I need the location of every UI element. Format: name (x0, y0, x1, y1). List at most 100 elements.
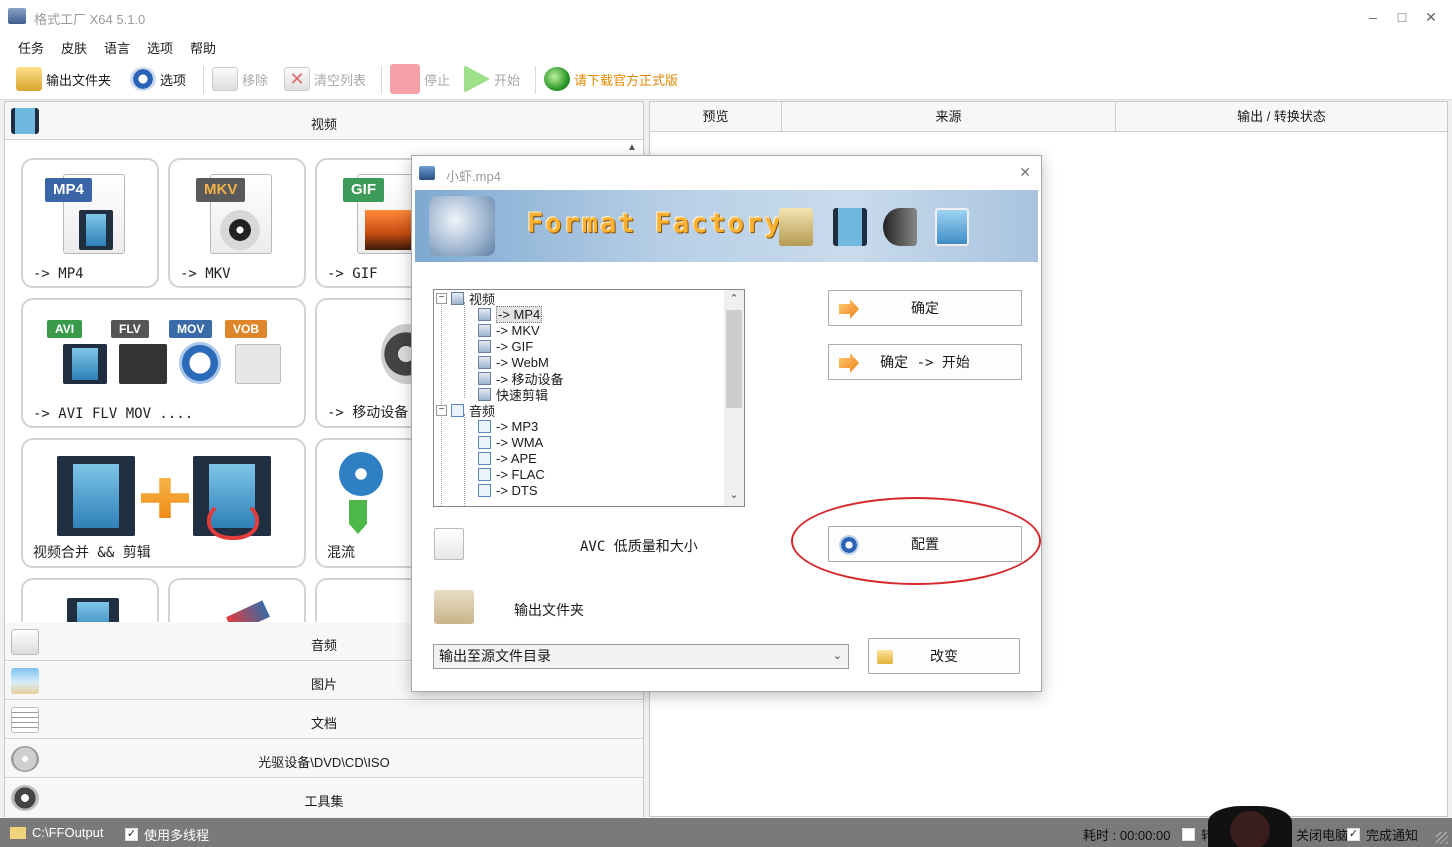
avatar (1208, 806, 1292, 847)
film-icon (833, 208, 867, 246)
start-button[interactable]: 开始 (464, 65, 521, 93)
mp4-profile-icon (434, 528, 464, 560)
download-official-link[interactable]: 请下载官方正式版 (544, 66, 678, 92)
picture-icon (935, 208, 969, 246)
tile-more[interactable] (21, 578, 159, 622)
chevron-down-icon[interactable]: ⌄ (724, 486, 744, 504)
tile-mobile-device-label: -> 移动设备 (327, 405, 409, 421)
disc-icon (220, 210, 260, 250)
ok-start-button[interactable]: 确定 -> 开始 (828, 344, 1022, 380)
tree-label: 快速剪辑 (496, 387, 549, 403)
collapse-icon[interactable]: − (436, 292, 447, 304)
stop-button[interactable]: 停止 (390, 64, 450, 94)
tree-label: -> WMA (496, 434, 544, 450)
menu-help[interactable]: 帮助 (190, 38, 216, 57)
tree-item[interactable]: -> FLAC (478, 466, 545, 482)
flv-badge-icon: FLV (111, 320, 149, 338)
tree-group-audio[interactable]: − 音频 (436, 402, 495, 419)
title-bar: 格式工厂 X64 5.1.0 – □ ✕ (0, 0, 1452, 34)
tree-item[interactable]: -> WMA (478, 434, 543, 450)
output-path[interactable]: C:\FFOutput (10, 825, 104, 840)
tree-item[interactable]: -> APE (478, 450, 537, 466)
document-icon (779, 208, 813, 246)
category-tools[interactable]: 工具集 (5, 779, 643, 817)
tree-item[interactable]: -> MKV (478, 322, 540, 338)
play-icon (464, 65, 490, 93)
video-icon (478, 355, 491, 369)
checkbox-checked-icon: ✓ (125, 828, 138, 841)
tree-label: -> APE (496, 450, 537, 466)
ok-start-label: 确定 -> 开始 (880, 355, 970, 371)
scrollbar-thumb[interactable] (726, 310, 742, 408)
tile-mux-label: 混流 (327, 545, 355, 561)
video-icon (478, 387, 491, 401)
video-icon (478, 371, 491, 385)
remove-icon (212, 67, 238, 91)
close-button[interactable]: ✕ (1420, 8, 1442, 26)
category-disc[interactable]: 光驱设备\DVD\CD\ISO (5, 740, 643, 778)
column-preview[interactable]: 预览 (650, 102, 782, 132)
music-note-icon (451, 403, 464, 417)
menu-language[interactable]: 语言 (104, 38, 130, 57)
options-button[interactable]: 选项 (130, 66, 186, 92)
mkv-badge-icon: MKV (196, 178, 246, 202)
menu-options[interactable]: 选项 (147, 38, 173, 57)
resize-grip[interactable] (1436, 832, 1448, 844)
film-icon (57, 456, 135, 536)
menu-task[interactable]: 任务 (18, 38, 44, 57)
column-source[interactable]: 来源 (782, 102, 1116, 132)
music-note-icon (478, 419, 491, 433)
tree-line (441, 302, 442, 412)
menu-skin[interactable]: 皮肤 (61, 38, 87, 57)
plus-icon (141, 478, 189, 518)
gif-badge-icon: GIF (343, 178, 384, 202)
notify-checkbox[interactable]: ✓ 完成通知 (1347, 825, 1418, 844)
multithread-checkbox[interactable]: ✓ 使用多线程 (125, 825, 209, 844)
menu-bar: 任务 皮肤 语言 选项 帮助 (0, 34, 1452, 58)
tile-mkv-label: -> MKV (180, 266, 231, 282)
tile-merge-cut[interactable]: 视频合并 && 剪辑 (21, 438, 306, 568)
ok-button[interactable]: 确定 (828, 290, 1022, 326)
output-folder-select[interactable]: 输出至源文件目录 ⌄ (433, 644, 849, 669)
clear-list-button[interactable]: ✕ 清空列表 (284, 66, 366, 92)
tile-more[interactable] (168, 578, 306, 622)
tree-label: -> DTS (496, 482, 538, 498)
dialog-title-bar: 小虾.mp4 ✕ (412, 156, 1041, 190)
maximize-button[interactable]: □ (1391, 8, 1413, 26)
tree-item[interactable]: -> MP4 (478, 305, 543, 323)
tile-mkv[interactable]: MKV -> MKV (168, 158, 306, 288)
category-document[interactable]: 文档 (5, 701, 643, 739)
tree-item[interactable]: -> DTS (478, 482, 538, 498)
tree-item[interactable]: -> MP3 (478, 418, 538, 434)
dialog-close-icon[interactable]: ✕ (1019, 164, 1031, 181)
tree-item[interactable]: -> GIF (478, 338, 533, 354)
tile-mp4[interactable]: MP4 -> MP4 (21, 158, 159, 288)
start-label: 开始 (494, 72, 521, 88)
tree-label: -> FLAC (496, 466, 545, 482)
dialog-app-icon (419, 166, 435, 180)
tree-label: -> MP3 (496, 418, 539, 434)
speaker-icon (883, 208, 917, 246)
toolbar-divider (381, 66, 382, 94)
tile-avi-flv-mov[interactable]: AVI FLV MOV VOB -> AVI FLV MOV .... (21, 298, 306, 428)
minimize-button[interactable]: – (1362, 8, 1384, 26)
toolbar: 输出文件夹 选项 移除 ✕ 清空列表 停止 开始 请下载官方正式版 (0, 58, 1452, 100)
film-icon (63, 344, 107, 384)
folder-icon (16, 67, 42, 91)
change-button[interactable]: 改变 (868, 638, 1020, 674)
output-folder-button[interactable]: 输出文件夹 (16, 66, 111, 92)
reel-icon (339, 452, 383, 496)
column-output-status[interactable]: 输出 / 转换状态 (1116, 102, 1447, 132)
category-video[interactable]: 视频 (5, 102, 643, 140)
tree-label: -> WebM (496, 354, 549, 370)
video-icon (478, 307, 491, 321)
chevron-up-icon[interactable]: ⌃ (724, 290, 744, 308)
remove-button[interactable]: 移除 (212, 66, 268, 92)
folder-icon (877, 650, 893, 664)
tree-scrollbar[interactable]: ⌃ ⌄ (724, 290, 744, 506)
tree-group-video[interactable]: − 视频 (436, 290, 495, 307)
format-tree[interactable]: − 视频 -> MP4 -> MKV -> GIF -> WebM -> 移动设… (433, 289, 745, 507)
collapse-icon[interactable]: − (436, 404, 447, 416)
dialog-title: 小虾.mp4 (446, 169, 501, 184)
eraser-icon (226, 600, 270, 622)
